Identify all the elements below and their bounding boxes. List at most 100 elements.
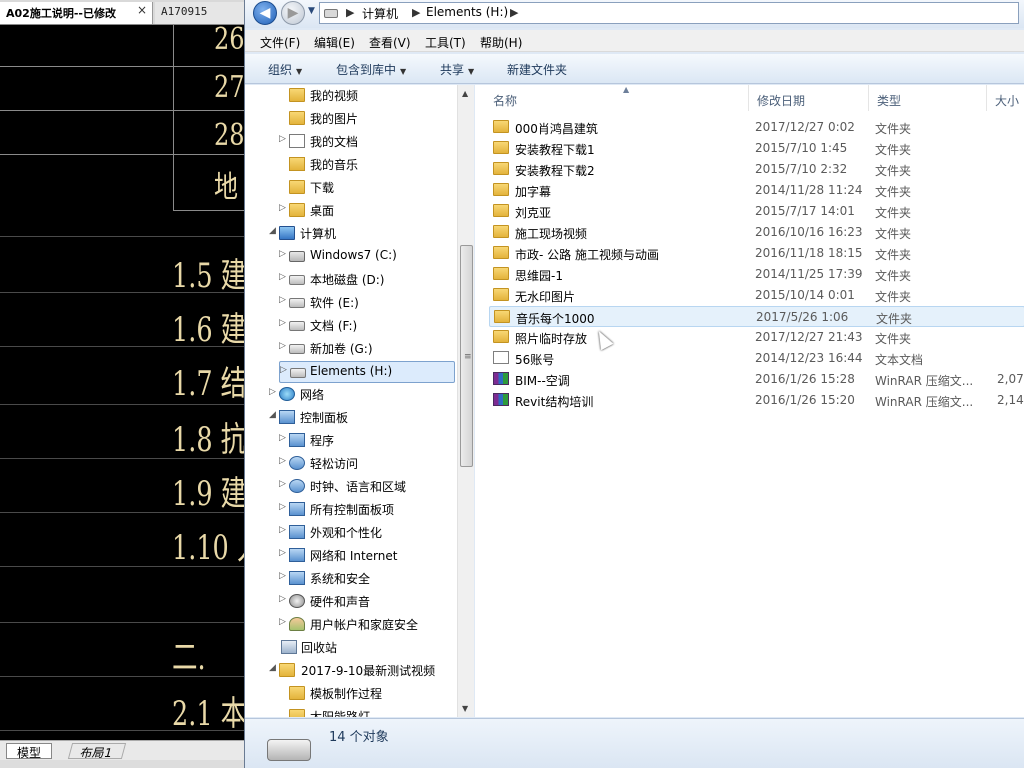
tree-item-test-videos[interactable]: ◢ 2017-9-10最新测试视频 [269, 660, 455, 682]
tree-item-control-panel[interactable]: ◢ 控制面板 [269, 407, 455, 429]
navigation-scrollbar[interactable]: ▲ ≡ ▼ [457, 85, 474, 717]
file-row[interactable]: 无水印图片 2015/10/14 0:01 文件夹 [489, 285, 1024, 306]
collapse-arrow-icon[interactable]: ◢ [269, 663, 276, 673]
tree-item-all-control-panel[interactable]: ▷ 所有控制面板项 [279, 499, 455, 521]
tree-item-drive-f[interactable]: ▷ 文档 (F:) [279, 315, 455, 337]
chevron-right-icon[interactable]: ▶ [510, 6, 518, 19]
collapse-arrow-icon[interactable]: ◢ [269, 226, 276, 236]
navigation-pane[interactable]: 我的视频 我的图片 ▷ 我的文档 我的音乐 下载 ▷ 桌面 ◢ 计算机 ▷ Window… [245, 85, 474, 717]
file-row[interactable]: 照片临时存放 2017/12/27 21:43 文件夹 [489, 327, 1024, 348]
file-row[interactable]: 市政- 公路 施工视频与动画 2016/11/18 18:15 文件夹 [489, 243, 1024, 264]
tree-item-desktop[interactable]: ▷ 桌面 [279, 200, 455, 222]
tree-item-hardware-sound[interactable]: ▷ 硬件和声音 [279, 591, 455, 613]
recent-pages-dropdown-icon[interactable]: ▼ [308, 6, 315, 16]
expand-arrow-icon[interactable]: ▷ [279, 134, 286, 144]
scrollbar-thumb[interactable]: ≡ [460, 245, 473, 467]
menu-tools[interactable]: 工具(T) [425, 34, 466, 51]
windows-drive-icon [289, 251, 305, 262]
file-row[interactable]: 思维园-1 2014/11/25 17:39 文件夹 [489, 264, 1024, 285]
expand-arrow-icon[interactable]: ▷ [279, 433, 286, 443]
column-header-type[interactable]: 类型 [869, 85, 987, 111]
tree-item-drive-g[interactable]: ▷ 新加卷 (G:) [279, 338, 455, 360]
back-button[interactable]: ◀ [253, 1, 277, 25]
expand-arrow-icon[interactable]: ▷ [279, 318, 286, 328]
menu-edit[interactable]: 编辑(E) [314, 34, 355, 51]
tree-item-my-pictures[interactable]: 我的图片 [289, 108, 455, 130]
cad-tab-other[interactable]: A170915 [155, 2, 244, 24]
tree-item-appearance[interactable]: ▷ 外观和个性化 [279, 522, 455, 544]
cad-tab-active[interactable]: A02施工说明--已修改 [0, 2, 153, 24]
tree-item-my-videos[interactable]: 我的视频 [289, 85, 455, 107]
expand-arrow-icon[interactable]: ▷ [279, 479, 286, 489]
expand-arrow-icon[interactable]: ▷ [269, 387, 276, 397]
expand-arrow-icon[interactable]: ▷ [279, 272, 286, 282]
tree-item-solar-lights[interactable]: 太阳能路灯 [289, 706, 455, 717]
tree-item-template-process[interactable]: 模板制作过程 [289, 683, 455, 705]
file-row[interactable]: Revit结构培训 2016/1/26 15:20 WinRAR 压缩文... 2,1… [489, 390, 1024, 411]
cad-tab-model[interactable]: 模型 [6, 743, 53, 760]
file-row[interactable]: 安装教程下载1 2015/7/10 1:45 文件夹 [489, 138, 1024, 159]
file-row[interactable]: 安装教程下载2 2015/7/10 2:32 文件夹 [489, 159, 1024, 180]
address-bar[interactable]: ▶ 计算机 ▶ Elements (H:) ▶ [319, 2, 1019, 24]
tree-item-drive-h[interactable]: ▷ Elements (H:) [279, 361, 455, 383]
tree-item-clock-language[interactable]: ▷ 时钟、语言和区域 [279, 476, 455, 498]
tree-item-drive-e[interactable]: ▷ 软件 (E:) [279, 292, 455, 314]
expand-arrow-icon[interactable]: ▷ [279, 249, 286, 259]
expand-arrow-icon[interactable]: ▷ [279, 502, 286, 512]
tree-item-recycle-bin[interactable]: 回收站 [279, 637, 455, 659]
menu-file[interactable]: 文件(F) [260, 34, 300, 51]
file-row[interactable]: 000肖鸿昌建筑 2017/12/27 0:02 文件夹 [489, 117, 1024, 138]
expand-arrow-icon[interactable]: ▷ [280, 365, 287, 375]
expand-arrow-icon[interactable]: ▷ [279, 617, 286, 627]
column-header-date[interactable]: 修改日期 [749, 85, 869, 111]
scroll-up-icon[interactable]: ▲ [462, 89, 468, 98]
tree-item-computer[interactable]: ◢ 计算机 [269, 223, 455, 245]
scroll-down-icon[interactable]: ▼ [462, 704, 468, 713]
network-internet-icon [289, 548, 305, 562]
menu-view[interactable]: 查看(V) [369, 34, 411, 51]
expand-arrow-icon[interactable]: ▷ [279, 203, 286, 213]
tree-item-my-music[interactable]: 我的音乐 [289, 154, 455, 176]
cad-tab-layout1[interactable]: 布局1 [67, 743, 126, 760]
breadcrumb-elements[interactable]: Elements (H:) [426, 5, 508, 19]
column-header-size[interactable]: 大小 [987, 85, 1024, 111]
collapse-arrow-icon[interactable]: ◢ [269, 410, 276, 420]
chevron-right-icon[interactable]: ▶ [412, 6, 420, 19]
column-header-name[interactable]: 名称 ▲ [485, 85, 749, 111]
organize-button[interactable]: 组织 ▼ [268, 61, 302, 78]
file-row[interactable]: 施工现场视频 2016/10/16 16:23 文件夹 [489, 222, 1024, 243]
tree-item-downloads[interactable]: 下载 [289, 177, 455, 199]
chevron-right-icon[interactable]: ▶ [346, 6, 354, 19]
expand-arrow-icon[interactable]: ▷ [279, 571, 286, 581]
file-list-pane[interactable]: 名称 ▲ 修改日期 类型 大小 000肖鸿昌建筑 2017/12/27 0:02 文件… [475, 85, 1024, 717]
tree-item-my-documents[interactable]: ▷ 我的文档 [279, 131, 455, 153]
tree-item-drive-d[interactable]: ▷ 本地磁盘 (D:) [279, 269, 455, 291]
tree-item-drive-c[interactable]: ▷ Windows7 (C:) [279, 246, 455, 268]
close-icon[interactable]: × [137, 3, 147, 17]
expand-arrow-icon[interactable]: ▷ [279, 341, 286, 351]
tree-item-ease-of-access[interactable]: ▷ 轻松访问 [279, 453, 455, 475]
file-row[interactable]: 加字幕 2014/11/28 11:24 文件夹 [489, 180, 1024, 201]
share-button[interactable]: 共享 ▼ [440, 61, 474, 78]
file-row[interactable]: 56账号 2014/12/23 16:44 文本文档 [489, 348, 1024, 369]
file-date: 2014/11/25 17:39 [755, 267, 863, 281]
tree-item-system-security[interactable]: ▷ 系统和安全 [279, 568, 455, 590]
new-folder-button[interactable]: 新建文件夹 [507, 61, 567, 78]
expand-arrow-icon[interactable]: ▷ [279, 525, 286, 535]
file-row[interactable]: 刘克亚 2015/7/17 14:01 文件夹 [489, 201, 1024, 222]
expand-arrow-icon[interactable]: ▷ [279, 295, 286, 305]
expand-arrow-icon[interactable]: ▷ [279, 548, 286, 558]
include-in-library-button[interactable]: 包含到库中 ▼ [336, 61, 406, 78]
menu-help[interactable]: 帮助(H) [480, 34, 522, 51]
expand-arrow-icon[interactable]: ▷ [279, 456, 286, 466]
tree-item-network-internet[interactable]: ▷ 网络和 Internet [279, 545, 455, 567]
forward-button[interactable]: ▶ [281, 1, 305, 25]
expand-arrow-icon[interactable]: ▷ [279, 594, 286, 604]
file-row[interactable]: 音乐每个1000 2017/5/26 1:06 文件夹 [489, 306, 1024, 327]
tree-item-programs[interactable]: ▷ 程序 [279, 430, 455, 452]
cad-drawing-area[interactable]: A02施工说明--已修改 × A170915 26 27 28 地 1.5 建 … [0, 0, 244, 768]
tree-item-network[interactable]: ▷ 网络 [269, 384, 455, 406]
file-row[interactable]: BIM--空调 2016/1/26 15:28 WinRAR 压缩文... 2,074 [489, 369, 1024, 390]
breadcrumb-computer[interactable]: 计算机 [362, 5, 398, 22]
tree-item-user-accounts[interactable]: ▷ 用户帐户和家庭安全 [279, 614, 455, 636]
